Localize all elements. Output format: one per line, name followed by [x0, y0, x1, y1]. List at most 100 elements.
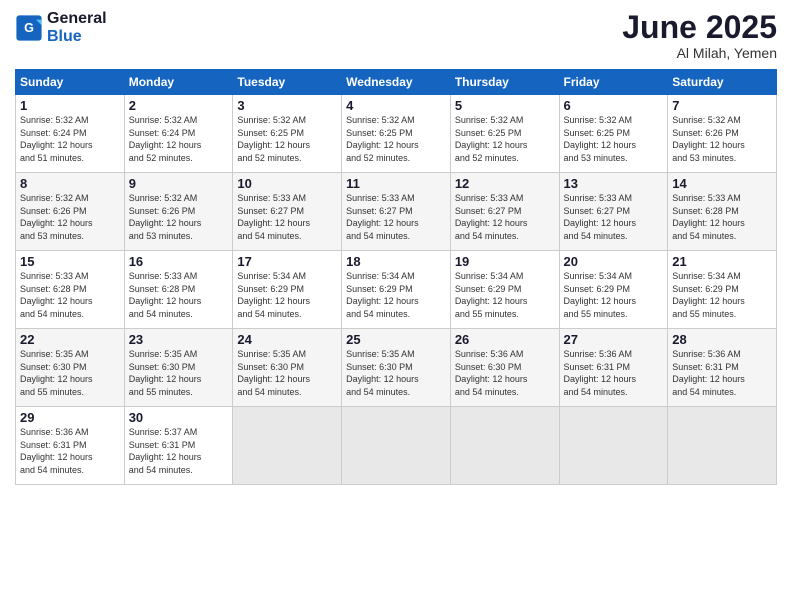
weekday-header-tuesday: Tuesday: [233, 70, 342, 95]
calendar-cell: [342, 407, 451, 485]
calendar-cell: 23Sunrise: 5:35 AMSunset: 6:30 PMDayligh…: [124, 329, 233, 407]
day-number: 22: [20, 332, 120, 347]
calendar-cell: 8Sunrise: 5:32 AMSunset: 6:26 PMDaylight…: [16, 173, 125, 251]
day-detail: Sunrise: 5:35 AMSunset: 6:30 PMDaylight:…: [346, 348, 446, 398]
calendar-cell: 29Sunrise: 5:36 AMSunset: 6:31 PMDayligh…: [16, 407, 125, 485]
day-detail: Sunrise: 5:32 AMSunset: 6:24 PMDaylight:…: [129, 114, 229, 164]
day-detail: Sunrise: 5:33 AMSunset: 6:27 PMDaylight:…: [237, 192, 337, 242]
calendar-cell: 20Sunrise: 5:34 AMSunset: 6:29 PMDayligh…: [559, 251, 668, 329]
calendar-cell: [668, 407, 777, 485]
logo-icon: G: [15, 14, 43, 42]
calendar-cell: 17Sunrise: 5:34 AMSunset: 6:29 PMDayligh…: [233, 251, 342, 329]
day-number: 13: [564, 176, 664, 191]
day-number: 1: [20, 98, 120, 113]
day-number: 20: [564, 254, 664, 269]
day-number: 11: [346, 176, 446, 191]
week-row-3: 15Sunrise: 5:33 AMSunset: 6:28 PMDayligh…: [16, 251, 777, 329]
weekday-header-thursday: Thursday: [450, 70, 559, 95]
calendar-cell: 11Sunrise: 5:33 AMSunset: 6:27 PMDayligh…: [342, 173, 451, 251]
day-detail: Sunrise: 5:34 AMSunset: 6:29 PMDaylight:…: [672, 270, 772, 320]
calendar-cell: 6Sunrise: 5:32 AMSunset: 6:25 PMDaylight…: [559, 95, 668, 173]
calendar-cell: 15Sunrise: 5:33 AMSunset: 6:28 PMDayligh…: [16, 251, 125, 329]
day-detail: Sunrise: 5:34 AMSunset: 6:29 PMDaylight:…: [346, 270, 446, 320]
day-detail: Sunrise: 5:35 AMSunset: 6:30 PMDaylight:…: [129, 348, 229, 398]
day-detail: Sunrise: 5:32 AMSunset: 6:25 PMDaylight:…: [237, 114, 337, 164]
day-number: 15: [20, 254, 120, 269]
location: Al Milah, Yemen: [622, 45, 777, 61]
week-row-4: 22 Sunrise: 5:35 AMSunset: 6:30 PMDayligh…: [16, 329, 777, 407]
day-number: 25: [346, 332, 446, 347]
day-number: 17: [237, 254, 337, 269]
day-number: 16: [129, 254, 229, 269]
day-detail: Sunrise: 5:33 AMSunset: 6:28 PMDaylight:…: [129, 270, 229, 320]
calendar-cell: 28Sunrise: 5:36 AMSunset: 6:31 PMDayligh…: [668, 329, 777, 407]
day-detail: Sunrise: 5:34 AMSunset: 6:29 PMDaylight:…: [237, 270, 337, 320]
header: G General Blue June 2025 Al Milah, Yemen: [15, 10, 777, 61]
day-detail: Sunrise: 5:33 AMSunset: 6:27 PMDaylight:…: [455, 192, 555, 242]
calendar-cell: 14Sunrise: 5:33 AMSunset: 6:28 PMDayligh…: [668, 173, 777, 251]
day-number: 23: [129, 332, 229, 347]
calendar-cell: 2Sunrise: 5:32 AMSunset: 6:24 PMDaylight…: [124, 95, 233, 173]
day-number: 5: [455, 98, 555, 113]
weekday-header-saturday: Saturday: [668, 70, 777, 95]
day-number: 14: [672, 176, 772, 191]
day-detail: Sunrise: 5:34 AMSunset: 6:29 PMDaylight:…: [564, 270, 664, 320]
day-detail: Sunrise: 5:32 AMSunset: 6:26 PMDaylight:…: [672, 114, 772, 164]
weekday-header-row: SundayMondayTuesdayWednesdayThursdayFrid…: [16, 70, 777, 95]
calendar-cell: 4Sunrise: 5:32 AMSunset: 6:25 PMDaylight…: [342, 95, 451, 173]
calendar-cell: 24Sunrise: 5:35 AMSunset: 6:30 PMDayligh…: [233, 329, 342, 407]
day-number: 27: [564, 332, 664, 347]
day-number: 6: [564, 98, 664, 113]
calendar-cell: [233, 407, 342, 485]
day-detail: Sunrise: 5:35 AMSunset: 6:30 PMDaylight:…: [237, 348, 337, 398]
day-detail: Sunrise: 5:34 AMSunset: 6:29 PMDaylight:…: [455, 270, 555, 320]
day-detail: Sunrise: 5:32 AMSunset: 6:26 PMDaylight:…: [20, 192, 120, 242]
weekday-header-sunday: Sunday: [16, 70, 125, 95]
day-number: 24: [237, 332, 337, 347]
calendar-table: SundayMondayTuesdayWednesdayThursdayFrid…: [15, 69, 777, 485]
day-detail: Sunrise: 5:36 AMSunset: 6:30 PMDaylight:…: [455, 348, 555, 398]
week-row-2: 8Sunrise: 5:32 AMSunset: 6:26 PMDaylight…: [16, 173, 777, 251]
day-detail: Sunrise: 5:33 AMSunset: 6:28 PMDaylight:…: [20, 270, 120, 320]
weekday-header-friday: Friday: [559, 70, 668, 95]
week-row-1: 1Sunrise: 5:32 AMSunset: 6:24 PMDaylight…: [16, 95, 777, 173]
calendar-cell: 13Sunrise: 5:33 AMSunset: 6:27 PMDayligh…: [559, 173, 668, 251]
calendar-cell: 12Sunrise: 5:33 AMSunset: 6:27 PMDayligh…: [450, 173, 559, 251]
day-detail: Sunrise: 5:33 AMSunset: 6:28 PMDaylight:…: [672, 192, 772, 242]
logo-text: General Blue: [47, 10, 107, 45]
day-number: 28: [672, 332, 772, 347]
day-detail: Sunrise: 5:32 AMSunset: 6:25 PMDaylight:…: [346, 114, 446, 164]
calendar-cell: 19Sunrise: 5:34 AMSunset: 6:29 PMDayligh…: [450, 251, 559, 329]
svg-text:G: G: [24, 21, 34, 35]
day-number: 9: [129, 176, 229, 191]
day-detail: Sunrise: 5:32 AMSunset: 6:25 PMDaylight:…: [455, 114, 555, 164]
day-number: 12: [455, 176, 555, 191]
calendar-cell: 5Sunrise: 5:32 AMSunset: 6:25 PMDaylight…: [450, 95, 559, 173]
day-detail: Sunrise: 5:36 AMSunset: 6:31 PMDaylight:…: [20, 426, 120, 476]
logo: G General Blue: [15, 10, 107, 45]
day-number: 18: [346, 254, 446, 269]
calendar-cell: 21Sunrise: 5:34 AMSunset: 6:29 PMDayligh…: [668, 251, 777, 329]
day-number: 10: [237, 176, 337, 191]
week-row-5: 29Sunrise: 5:36 AMSunset: 6:31 PMDayligh…: [16, 407, 777, 485]
calendar-cell: 3Sunrise: 5:32 AMSunset: 6:25 PMDaylight…: [233, 95, 342, 173]
day-number: 19: [455, 254, 555, 269]
calendar-page: G General Blue June 2025 Al Milah, Yemen…: [0, 0, 792, 612]
calendar-cell: 27Sunrise: 5:36 AMSunset: 6:31 PMDayligh…: [559, 329, 668, 407]
day-detail: Sunrise: 5:32 AMSunset: 6:24 PMDaylight:…: [20, 114, 120, 164]
day-number: 3: [237, 98, 337, 113]
calendar-cell: 16Sunrise: 5:33 AMSunset: 6:28 PMDayligh…: [124, 251, 233, 329]
day-detail: Sunrise: 5:36 AMSunset: 6:31 PMDaylight:…: [564, 348, 664, 398]
day-number: 30: [129, 410, 229, 425]
day-number: 8: [20, 176, 120, 191]
day-number: 29: [20, 410, 120, 425]
calendar-cell: 10Sunrise: 5:33 AMSunset: 6:27 PMDayligh…: [233, 173, 342, 251]
day-number: 21: [672, 254, 772, 269]
day-detail: Sunrise: 5:33 AMSunset: 6:27 PMDaylight:…: [564, 192, 664, 242]
calendar-cell: 30Sunrise: 5:37 AMSunset: 6:31 PMDayligh…: [124, 407, 233, 485]
calendar-cell: 26Sunrise: 5:36 AMSunset: 6:30 PMDayligh…: [450, 329, 559, 407]
weekday-header-monday: Monday: [124, 70, 233, 95]
day-number: 7: [672, 98, 772, 113]
day-detail: Sunrise: 5:32 AMSunset: 6:26 PMDaylight:…: [129, 192, 229, 242]
day-number: 26: [455, 332, 555, 347]
